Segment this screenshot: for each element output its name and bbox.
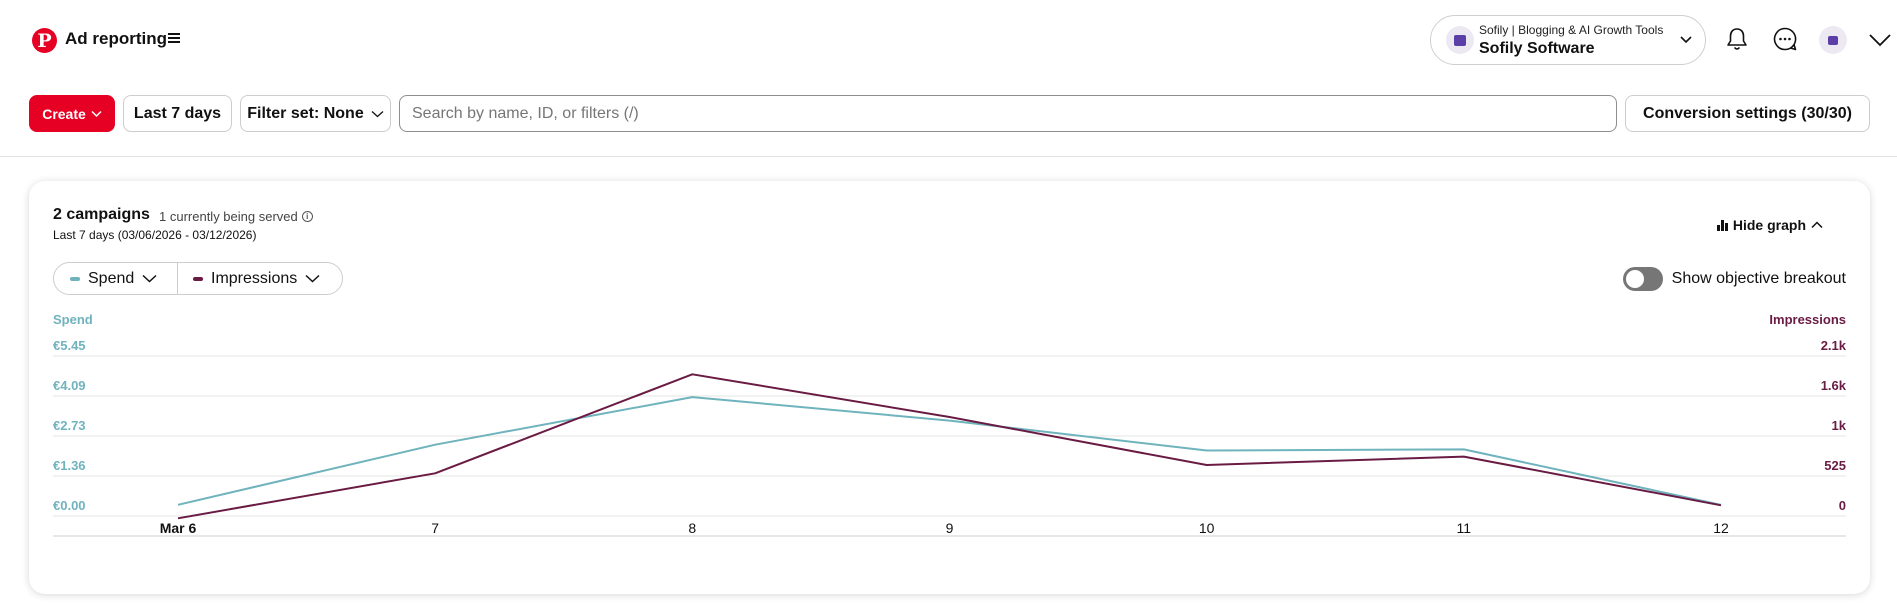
create-button[interactable]: Create [29, 95, 115, 132]
y-tick-left: €5.45 [53, 338, 86, 353]
x-tick-label: 12 [1713, 520, 1729, 536]
top-bar: P Ad reporting Sofily | Blogging & AI Gr… [0, 0, 1897, 80]
x-tick-label: Mar 6 [160, 520, 197, 536]
logo-letter: P [37, 29, 52, 52]
y-axis-right-title: Impressions [1769, 312, 1846, 327]
bell-icon[interactable] [1722, 24, 1752, 54]
chevron-down-icon[interactable] [1868, 30, 1892, 50]
account-business-name: Sofily | Blogging & AI Growth Tools [1479, 23, 1664, 37]
account-switcher[interactable]: Sofily | Blogging & AI Growth Tools Sofi… [1430, 15, 1706, 65]
y-tick-left: €0.00 [53, 498, 86, 513]
user-avatar[interactable] [1819, 26, 1847, 54]
y-tick-left: €1.36 [53, 458, 86, 473]
toolbar: Create Last 7 days Filter set: None Conv… [0, 95, 1897, 133]
conversion-settings-label: Conversion settings (30/30) [1643, 104, 1852, 122]
chevron-down-icon [371, 110, 384, 117]
chevron-down-icon [1680, 36, 1692, 44]
y-tick-left: €2.73 [53, 418, 86, 433]
conversion-settings-button[interactable]: Conversion settings (30/30) [1625, 95, 1870, 132]
x-tick-label: 8 [688, 520, 696, 536]
date-range-label: Last 7 days [133, 104, 222, 122]
x-tick-label: 7 [431, 520, 439, 536]
x-tick-label: 9 [946, 520, 954, 536]
page-title: Ad reporting [65, 29, 167, 48]
campaign-summary-card: 2 campaigns 1 currently being served i L… [29, 181, 1870, 594]
menu-icon[interactable] [168, 33, 180, 43]
chevron-down-icon [91, 110, 102, 117]
account-name: Sofily Software [1479, 40, 1595, 57]
search-box[interactable] [399, 95, 1617, 132]
y-tick-right: 525 [1824, 458, 1846, 473]
y-tick-left: €4.09 [53, 378, 86, 393]
y-tick-right: 2.1k [1821, 338, 1847, 353]
chat-icon[interactable] [1770, 24, 1800, 54]
filter-set-dropdown[interactable]: Filter set: None [240, 95, 391, 132]
performance-chart: Spend Impressions €5.45 €4.09 €2.73 €1.36 €0.0… [53, 312, 1847, 537]
y-tick-right: 1.6k [1821, 378, 1847, 393]
pinterest-logo-icon[interactable]: P [32, 28, 57, 53]
series-line-spend [177, 396, 1722, 506]
y-axis-left-title: Spend [53, 312, 93, 327]
date-range-button[interactable]: Last 7 days [123, 95, 232, 132]
filter-set-label: Filter set: None [247, 104, 364, 122]
create-label: Create [42, 105, 86, 122]
divider [0, 156, 1897, 157]
y-tick-right: 0 [1839, 498, 1846, 513]
y-tick-right: 1k [1832, 418, 1847, 433]
x-tick-label: 11 [1457, 520, 1472, 536]
search-input[interactable] [400, 96, 1616, 131]
x-tick-label: 10 [1199, 520, 1215, 536]
account-avatar [1446, 26, 1474, 54]
